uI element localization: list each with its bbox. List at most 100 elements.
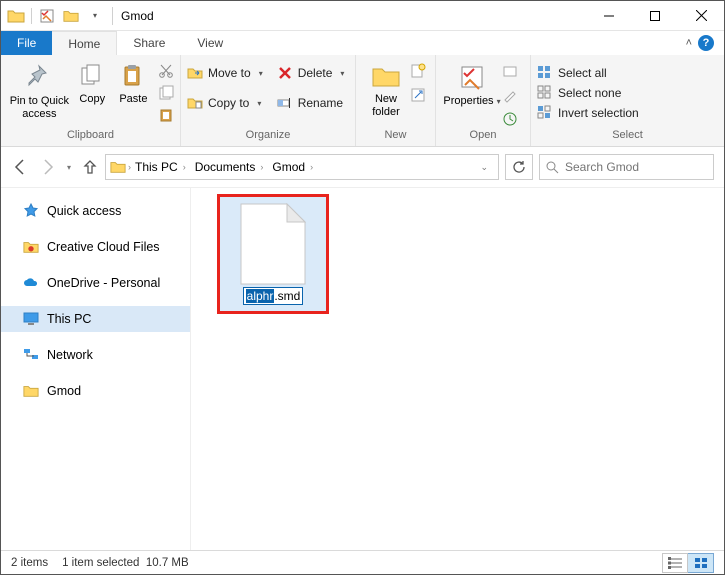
sidebar-item-gmod[interactable]: Gmod [1,378,190,404]
folder-addr-icon [110,159,126,175]
titlebar: ▾ Gmod [1,1,724,31]
sidebar-item-creativecloud[interactable]: Creative Cloud Files [1,234,190,260]
sidebar: Quick access Creative Cloud Files OneDri… [1,188,191,550]
sidebar-item-network[interactable]: Network [1,342,190,368]
back-button[interactable] [11,158,29,176]
rename-input[interactable]: alphr.smd [243,287,304,305]
quick-access-toolbar: ▾ [1,7,104,25]
search-input[interactable] [565,160,707,174]
star-icon [23,203,39,219]
window-title: Gmod [121,9,154,23]
folder-icon [7,7,25,25]
content-pane[interactable]: alphr.smd [191,188,724,550]
newitem-icon[interactable] [410,63,426,79]
history-icon[interactable] [502,111,518,127]
edit-icon[interactable] [502,87,518,103]
view-icons-button[interactable] [688,553,714,573]
group-select-label: Select [537,129,718,145]
copy-button[interactable]: Copy [72,57,113,106]
search-icon [546,161,559,174]
properties-icon [458,63,486,91]
group-open-label: Open [442,129,524,145]
titlebar-separator [112,7,113,25]
cloud-folder-icon [23,239,39,255]
group-new-label: New [362,129,429,145]
group-clipboard-label: Clipboard [7,129,174,145]
delete-button[interactable]: Delete▾ [277,63,345,83]
invertselection-button[interactable]: Invert selection [537,103,639,123]
invert-icon [537,105,553,121]
rename-selected-text: alphr [246,289,275,303]
ribbon: Pin to Quick access Copy Paste [1,55,724,147]
selectnone-button[interactable]: Select none [537,83,621,103]
forward-button[interactable] [39,158,57,176]
properties-button[interactable]: Properties▾ [442,57,502,108]
collapse-ribbon-icon[interactable]: ˄ [686,37,692,49]
qat-menu-icon[interactable]: ▾ [86,7,104,25]
view-switcher [662,553,714,573]
easyaccess-icon[interactable] [410,87,426,103]
sidebar-item-label: Network [47,348,93,362]
ribbon-tabs: File Home Share View ˄ ? [1,31,724,55]
refresh-button[interactable] [505,154,533,180]
cut-icon[interactable] [158,63,174,79]
status-count: 2 items [11,557,48,569]
search-box[interactable] [539,154,714,180]
file-item-selected[interactable]: alphr.smd [217,194,329,314]
navigation-bar: ▾ › This PC› Documents› Gmod› ⌄ [1,147,724,187]
pin-icon [25,63,53,91]
copyto-icon [187,95,203,111]
moveto-button[interactable]: Move to▾ [187,63,263,83]
help-icon[interactable]: ? [698,35,714,51]
recent-dropdown-icon[interactable]: ▾ [67,163,71,172]
selectnone-icon [537,85,553,101]
crumb-thispc[interactable]: This PC› [133,160,191,174]
close-button[interactable] [678,1,724,31]
newfolder-button[interactable]: New folder [362,57,410,118]
folder-icon [23,383,39,399]
address-bar[interactable]: › This PC› Documents› Gmod› ⌄ [105,154,499,180]
tab-view[interactable]: View [181,31,239,55]
moveto-icon [187,65,203,81]
rename-icon [277,95,293,111]
rename-ext-text: .smd [274,289,300,303]
maximize-button[interactable] [632,1,678,31]
paste-icon [120,63,146,89]
ribbon-help: ˄ ? [686,31,724,55]
sidebar-item-label: OneDrive - Personal [47,276,160,290]
status-bar: 2 items 1 item selected 10.7 MB [1,550,724,574]
paste-shortcut-icon[interactable] [158,107,174,123]
open-icon[interactable] [502,63,518,79]
newfolder-icon [371,63,401,89]
sidebar-item-label: Gmod [47,384,81,398]
pin-quickaccess-button[interactable]: Pin to Quick access [7,57,72,120]
properties-qat-icon[interactable] [38,7,56,25]
view-details-button[interactable] [662,553,688,573]
selectall-icon [537,65,553,81]
copyto-button[interactable]: Copy to▾ [187,93,263,113]
group-organize-label: Organize [187,129,349,145]
copypath-icon[interactable] [158,85,174,101]
sidebar-item-thispc[interactable]: This PC [1,306,190,332]
crumb-documents[interactable]: Documents› [193,160,269,174]
minimize-button[interactable] [586,1,632,31]
sidebar-item-quickaccess[interactable]: Quick access [1,198,190,224]
selectall-button[interactable]: Select all [537,63,607,83]
pc-icon [23,311,39,327]
sidebar-item-label: Creative Cloud Files [47,240,160,254]
sidebar-item-label: Quick access [47,204,121,218]
paste-button[interactable]: Paste [113,57,154,106]
rename-button[interactable]: Rename [277,93,345,113]
cloud-icon [23,275,39,291]
network-icon [23,347,39,363]
address-dropdown-icon[interactable]: ⌄ [474,162,494,173]
tab-file[interactable]: File [1,31,52,55]
tab-home[interactable]: Home [52,31,117,55]
folder-qat-icon[interactable] [62,7,80,25]
status-selected: 1 item selected 10.7 MB [62,557,189,569]
tab-share[interactable]: Share [117,31,181,55]
sidebar-item-onedrive[interactable]: OneDrive - Personal [1,270,190,296]
up-button[interactable] [81,158,99,176]
sidebar-item-label: This PC [47,312,91,326]
crumb-gmod[interactable]: Gmod› [270,160,318,174]
